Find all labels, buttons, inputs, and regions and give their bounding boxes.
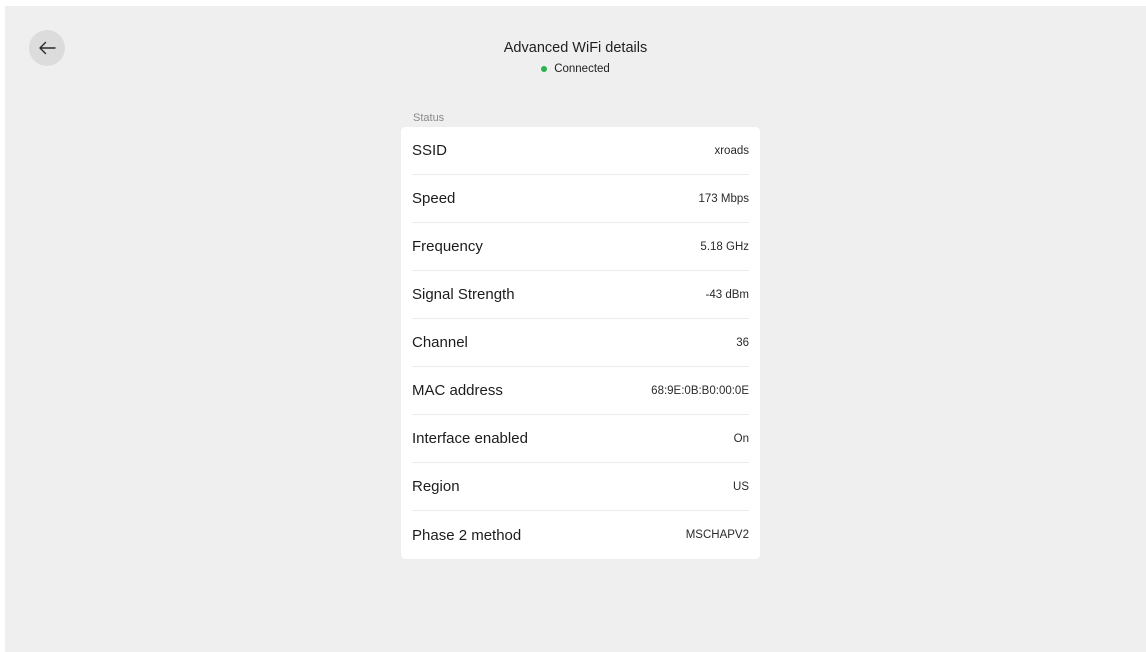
page-title: Advanced WiFi details: [503, 40, 648, 56]
detail-label: Phase 2 method: [412, 526, 522, 544]
detail-row-signal-strength: Signal Strength -43 dBm: [412, 271, 749, 319]
connection-status-text: Connected: [554, 63, 610, 75]
detail-value: xroads: [714, 144, 749, 157]
detail-label: Signal Strength: [412, 286, 515, 303]
detail-row-region: Region US: [412, 463, 749, 511]
connection-status: Connected: [5, 62, 1146, 76]
detail-value: On: [733, 432, 749, 445]
status-card: SSID xroads Speed 173 Mbps Frequency 5.1…: [401, 127, 760, 559]
detail-label: Frequency: [412, 238, 483, 255]
detail-value: MSCHAPV2: [685, 529, 749, 541]
detail-row-ssid: SSID xroads: [412, 127, 749, 175]
detail-row-interface-enabled: Interface enabled On: [412, 415, 749, 463]
detail-value: 36: [736, 336, 749, 349]
detail-value: 5.18 GHz: [700, 240, 749, 253]
detail-row-frequency: Frequency 5.18 GHz: [412, 223, 749, 271]
detail-label: Interface enabled: [412, 430, 528, 447]
status-dot-icon: [541, 66, 548, 72]
detail-label: Speed: [412, 190, 456, 207]
detail-value: 173 Mbps: [698, 192, 749, 205]
detail-label: MAC address: [412, 382, 503, 399]
detail-row-channel: Channel 36: [412, 319, 749, 367]
detail-value: -43 dBm: [705, 288, 749, 301]
section-label: Status: [413, 112, 445, 124]
detail-row-mac-address: MAC address 68:9E:0B:B0:00:0E: [412, 367, 749, 415]
detail-label: Region: [412, 478, 460, 495]
header: Advanced WiFi details Connected: [5, 39, 1146, 76]
detail-label: Channel: [412, 334, 468, 351]
detail-value: 68:9E:0B:B0:00:0E: [651, 384, 749, 397]
detail-row-phase-2-method: Phase 2 method MSCHAPV2: [412, 511, 749, 559]
detail-value: US: [733, 480, 749, 493]
detail-label: SSID: [412, 142, 448, 159]
detail-row-speed: Speed 173 Mbps: [412, 175, 749, 223]
wifi-details-screen: Advanced WiFi details Connected Status S…: [5, 6, 1146, 652]
